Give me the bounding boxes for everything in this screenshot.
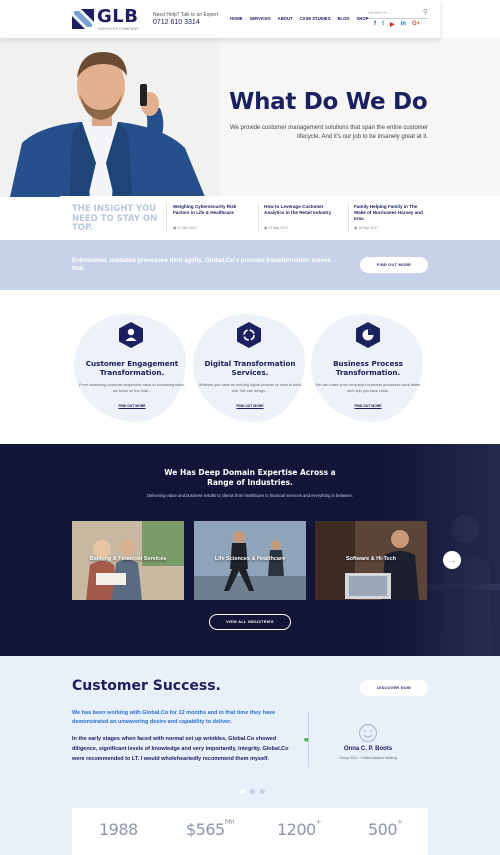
insight-heading: THE INSIGHT YOU NEED TO STAY ON TOP. [72, 204, 158, 233]
news-divider [166, 203, 167, 233]
find-out-more-button[interactable]: FIND OUT MORE [360, 257, 428, 273]
pie-chart-icon [356, 322, 380, 348]
carousel-dot[interactable] [250, 789, 255, 794]
help-phone[interactable]: 0712 610 3314 [153, 19, 200, 26]
stat-value: 500+ [368, 818, 403, 839]
industry-card-label: Software & Hi-Tech [345, 556, 396, 562]
news-date: ▣ 29 Sep 2017 [264, 226, 289, 230]
help-label: Need Help? Talk to an Expert [153, 12, 218, 18]
search-icon[interactable]: ⚲ [423, 8, 428, 16]
twitter-icon[interactable]: t [382, 21, 384, 28]
service-title: Digital Transformation Services. [204, 359, 296, 377]
news-item[interactable]: Weighing Cybersecurity Risk Factors in L… [173, 204, 249, 230]
discover-now-button[interactable]: DISCOVER NOW [360, 680, 428, 696]
youtube-icon[interactable]: ▶ [390, 21, 395, 28]
news-title[interactable]: Weighing Cybersecurity Risk Factors in L… [173, 204, 249, 216]
service-title: Customer Engagement Transformation. [85, 359, 179, 377]
news-date: ▣ 07 Nov 2017 [173, 226, 198, 230]
linkedin-icon[interactable]: in [401, 21, 406, 28]
logo-subtitle: SERVICES COMPANY [98, 27, 139, 31]
view-all-industries-button[interactable]: VIEW ALL INDUSTRIES [209, 614, 291, 630]
testimonial-highlight: We has been working with Global.Co for 1… [72, 710, 276, 725]
main-nav: HOME SERVICES ABOUT CASE STUDIES BLOG SH… [230, 16, 369, 21]
news-divider [348, 203, 349, 233]
news-item[interactable]: Family Helping Family in The Wake of Hur… [354, 204, 430, 230]
customer-success-title: Customer Success. [72, 678, 221, 694]
industry-card-label: Banking & Financial Services [89, 556, 167, 562]
hero-title: What Do We Do [229, 89, 428, 115]
hero-subtitle: We provide customer management solutions… [230, 125, 428, 140]
nav-item-services[interactable]: SERVICES [250, 16, 271, 21]
carousel-dots [240, 789, 265, 794]
google-plus-icon[interactable]: G+ [412, 21, 420, 28]
nav-item-case-studies[interactable]: CASE STUDIES [300, 16, 331, 21]
social-links: f t ▶ in G+ [374, 21, 420, 28]
logo-mark-icon[interactable] [72, 9, 94, 29]
industries-title: We Has Deep Domain Expertise Across a Ra… [164, 468, 336, 487]
industry-card-label: Life Sciences & Healthcare [214, 556, 286, 562]
industry-card-banking[interactable]: Banking & Financial Services [72, 521, 184, 600]
carousel-next-arrow-icon[interactable]: → [443, 551, 461, 569]
stat-value: $565Mn [186, 818, 235, 839]
service-title: Business Process Transformation. [333, 359, 403, 377]
cycle-icon [237, 322, 261, 348]
businessman-photo [0, 38, 220, 197]
user-icon [119, 322, 143, 348]
industries-subtitle: Delivering value and business results to… [147, 493, 353, 498]
facebook-icon[interactable]: f [374, 21, 376, 28]
testimonial-body: In the early stages when faced with norm… [72, 736, 289, 762]
nav-item-about[interactable]: ABOUT [278, 16, 293, 21]
service-text: Whether you have an existing digital pro… [198, 383, 302, 393]
news-divider [258, 203, 259, 233]
service-text: We can make your company's business proc… [315, 383, 421, 393]
logo-text[interactable]: GLB [97, 6, 138, 27]
service-text: From increasing customer acquisition rat… [79, 383, 185, 393]
service-find-out-more-link[interactable]: FIND OUT MORE [102, 404, 162, 408]
service-find-out-more-link[interactable]: FIND OUT MORE [338, 404, 398, 408]
hero-section: What Do We Do We provide customer manage… [0, 38, 500, 197]
service-find-out-more-link[interactable]: FIND OUT MORE [220, 404, 280, 408]
site-header: GLB SERVICES COMPANY Need Help? Talk to … [0, 0, 440, 38]
cta-text: Entrenched, outdated processes limit agi… [72, 257, 331, 272]
news-title[interactable]: How to Leverage Customer Analytics in th… [264, 204, 340, 216]
testimonial-name: Onna C. P. Boots [343, 746, 393, 752]
nav-item-blog[interactable]: BLOG [338, 16, 350, 21]
search-placeholder: SEARCH... [368, 10, 393, 15]
industry-card-software[interactable]: Software & Hi-Tech [315, 521, 427, 600]
quote-mark-icon: ❞ [304, 737, 309, 747]
smiley-avatar-icon [358, 723, 378, 743]
news-item[interactable]: How to Leverage Customer Analytics in th… [264, 204, 340, 230]
industry-card-life-sciences[interactable]: Life Sciences & Healthcare [194, 521, 306, 600]
nav-item-home[interactable]: HOME [230, 16, 243, 21]
nav-item-shop[interactable]: SHOP [357, 16, 369, 21]
stat-value: 1200+ [277, 818, 322, 839]
carousel-dot[interactable] [240, 789, 245, 794]
news-title[interactable]: Family Helping Family in The Wake of Hur… [354, 204, 430, 222]
carousel-dot[interactable] [260, 789, 265, 794]
stat-value: 1988 [99, 820, 138, 839]
news-date: ▣ 26 Sep 2017 [354, 226, 379, 230]
testimonial-role: Group CEO - Cobbs Aviation Holding [339, 756, 397, 760]
search-input[interactable]: SEARCH... ⚲ [368, 9, 428, 19]
